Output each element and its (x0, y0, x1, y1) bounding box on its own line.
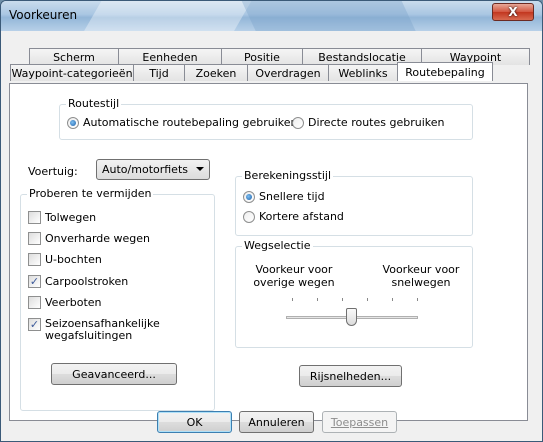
close-button[interactable]: X (492, 3, 534, 21)
checkbox-onverharde-wegen-box (28, 232, 41, 245)
checkbox-u-bochten-label: U-bochten (45, 253, 102, 266)
radio-direct-routes-indicator (292, 116, 304, 129)
checkbox-seizoens-afsluitingen-label: Seizoensafhankelijke wegafsluitingen (45, 317, 160, 342)
checkbox-carpoolstroken[interactable]: ✓ Carpoolstroken (28, 275, 128, 288)
routebepaling-panel: Routestijl Automatische routebepaling ge… (9, 83, 528, 421)
checkbox-veerboten-label: Veerboten (45, 296, 102, 309)
berekening-group: Berekeningsstijl Snellere tijd Kortere a… (235, 169, 473, 236)
voertuig-label: Voertuig: (28, 165, 78, 178)
radio-kortere-afstand-label: Kortere afstand (259, 210, 344, 223)
road-preference-slider-thumb[interactable] (346, 308, 357, 326)
checkbox-veerboten[interactable]: Veerboten (28, 296, 102, 309)
slider-right-label: Voorkeur voor snelwegen (382, 263, 460, 289)
tab-weblinks[interactable]: Weblinks (328, 64, 398, 81)
slider-tick (367, 298, 368, 301)
tab-positie[interactable]: Positie (221, 48, 303, 65)
tab-eenheden[interactable]: Eenheden (118, 48, 222, 65)
dialog-client: Scherm Eenheden Positie Bestandslocatie … (9, 31, 534, 435)
radio-kortere-afstand-indicator (243, 210, 255, 223)
tab-tijd[interactable]: Tijd (133, 64, 185, 81)
checkbox-u-bochten-box (28, 253, 41, 266)
slider-tick (417, 298, 418, 301)
radio-snellere-tijd-label: Snellere tijd (259, 190, 325, 203)
slider-left-label: Voorkeur voor overige wegen (253, 263, 335, 289)
vermijden-group: Proberen te vermijden Tolwegen Onverhard… (20, 187, 215, 411)
wegselectie-group: Wegselectie Voorkeur voor overige wegen … (235, 239, 473, 348)
radio-snellere-tijd[interactable]: Snellere tijd (243, 190, 325, 203)
window-title: Voorkeuren (9, 8, 78, 22)
tab-routebepaling[interactable]: Routebepaling (397, 62, 493, 81)
rijsnelheden-button[interactable]: Rijsnelheden... (299, 365, 402, 387)
apply-button[interactable]: Toepassen (322, 411, 397, 433)
cancel-button[interactable]: Annuleren (239, 411, 314, 433)
tab-zoeken[interactable]: Zoeken (184, 64, 248, 81)
tab-waypoint-categorieen[interactable]: Waypoint-categorieën (10, 64, 134, 81)
slider-tick (292, 298, 293, 301)
routestijl-label: Routestijl (66, 97, 122, 110)
checkbox-u-bochten[interactable]: U-bochten (28, 253, 102, 266)
preferences-window: Voorkeuren X Scherm Eenheden Positie Bes… (0, 0, 543, 442)
checkmark-icon: ✓ (28, 318, 41, 331)
checkbox-onverharde-wegen-label: Onverharde wegen (45, 232, 151, 245)
advanced-button[interactable]: Geavanceerd... (51, 363, 177, 385)
radio-auto-routing-label: Automatische routebepaling gebruiken (83, 116, 298, 129)
chevron-down-icon (196, 167, 204, 171)
checkbox-tolwegen-box (28, 211, 41, 224)
checkmark-icon: ✓ (28, 275, 41, 288)
routestijl-group: Routestijl Automatische routebepaling ge… (59, 97, 473, 140)
checkbox-tolwegen-label: Tolwegen (45, 211, 97, 224)
checkbox-carpoolstroken-label: Carpoolstroken (45, 275, 129, 288)
radio-direct-routes[interactable]: Directe routes gebruiken (292, 116, 445, 129)
tab-scherm[interactable]: Scherm (29, 48, 119, 65)
ok-button[interactable]: OK (157, 411, 232, 433)
radio-snellere-tijd-indicator (243, 190, 255, 203)
voertuig-select[interactable]: Auto/motorfiets (96, 159, 210, 180)
tab-overdragen[interactable]: Overdragen (247, 64, 329, 81)
checkbox-onverharde-wegen[interactable]: Onverharde wegen (28, 232, 150, 245)
checkbox-seizoens-afsluitingen[interactable]: ✓ Seizoensafhankelijke wegafsluitingen (28, 318, 178, 342)
slider-tick (342, 298, 343, 301)
vermijden-label: Proberen te vermijden (27, 187, 154, 200)
wegselectie-label: Wegselectie (242, 239, 313, 252)
radio-auto-routing-indicator (67, 116, 79, 129)
checkbox-veerboten-box (28, 296, 41, 309)
slider-tick (317, 298, 318, 301)
checkbox-tolwegen[interactable]: Tolwegen (28, 211, 96, 224)
title-bar[interactable]: Voorkeuren X (1, 1, 542, 31)
radio-kortere-afstand[interactable]: Kortere afstand (243, 210, 344, 223)
radio-auto-routing[interactable]: Automatische routebepaling gebruiken (67, 116, 297, 129)
slider-tick (392, 298, 393, 301)
apply-button-label: Toepassen (330, 415, 389, 429)
close-icon: X (508, 5, 518, 19)
radio-direct-routes-label: Directe routes gebruiken (308, 116, 445, 129)
tab-row-2: Waypoint-categorieën Tijd Zoeken Overdra… (10, 62, 493, 81)
berekening-label: Berekeningsstijl (242, 169, 334, 182)
voertuig-value: Auto/motorfiets (102, 163, 188, 176)
